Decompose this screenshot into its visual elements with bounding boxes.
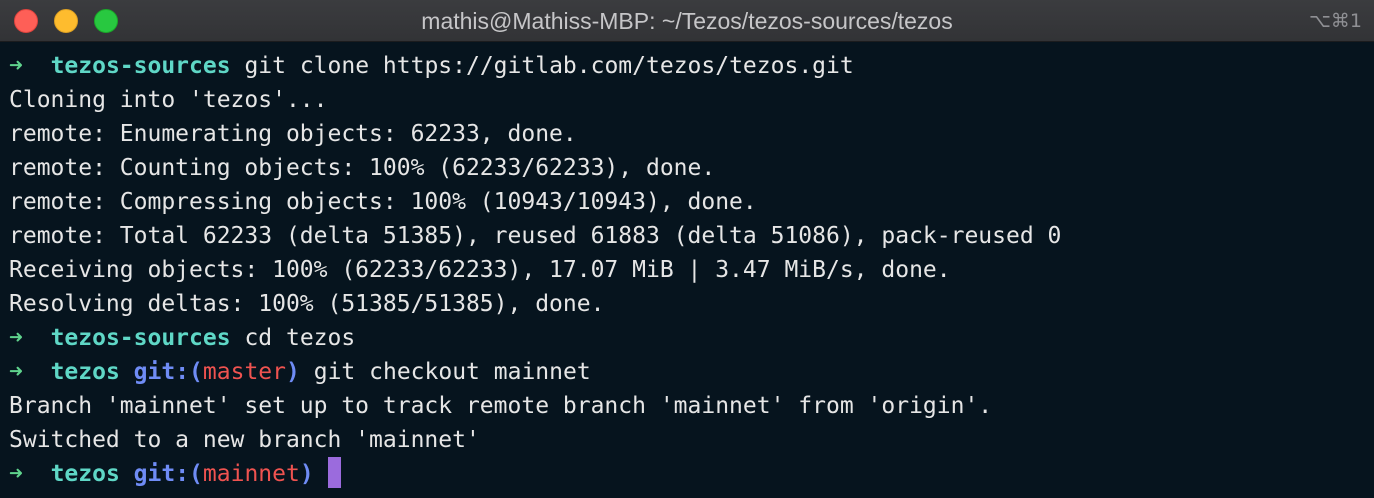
command-text: git checkout mainnet <box>313 359 591 385</box>
window-title: mathis@Mathiss-MBP: ~/Tezos/tezos-source… <box>421 8 953 34</box>
title-bar[interactable]: mathis@Mathiss-MBP: ~/Tezos/tezos-source… <box>0 0 1374 42</box>
output-line: remote: Total 62233 (delta 51385), reuse… <box>9 223 1062 249</box>
terminal-cursor[interactable] <box>327 457 341 488</box>
prompt-directory: tezos-sources <box>50 325 231 351</box>
window-shortcut: ⌥⌘1 <box>1309 10 1362 32</box>
prompt-directory: tezos <box>50 359 120 385</box>
git-branch: mainnet <box>202 461 300 487</box>
output-line: Receiving objects: 100% (62233/62233), 1… <box>9 257 951 283</box>
prompt-arrow-icon: ➜ <box>9 325 23 351</box>
git-prefix: git:( <box>133 461 203 487</box>
git-branch: master <box>202 359 287 385</box>
terminal-window: mathis@Mathiss-MBP: ~/Tezos/tezos-source… <box>0 0 1374 498</box>
command-text: git clone https://gitlab.com/tezos/tezos… <box>244 53 854 79</box>
output-line: remote: Compressing objects: 100% (10943… <box>9 189 757 215</box>
prompt-directory: tezos <box>50 461 120 487</box>
prompt-line: ➜ tezos git:(mainnet) <box>9 457 1369 491</box>
prompt-arrow-icon: ➜ <box>9 461 23 487</box>
output-line: Switched to a new branch 'mainnet' <box>9 427 480 453</box>
git-suffix: ) <box>299 461 314 487</box>
prompt-line: ➜ tezos-sources cd tezos <box>9 321 1369 355</box>
command-text: cd tezos <box>244 325 356 351</box>
output-line: Resolving deltas: 100% (51385/51385), do… <box>9 291 605 317</box>
output-line: Cloning into 'tezos'... <box>9 87 328 113</box>
output-line: remote: Enumerating objects: 62233, done… <box>9 121 577 147</box>
prompt-line: ➜ tezos-sources git clone https://gitlab… <box>9 49 1369 83</box>
output-line: remote: Counting objects: 100% (62233/62… <box>9 155 716 181</box>
terminal-output[interactable]: ➜ tezos-sources git clone https://gitlab… <box>9 49 1369 491</box>
output-line: Branch 'mainnet' set up to track remote … <box>9 393 993 419</box>
git-prefix: git:( <box>133 359 203 385</box>
prompt-arrow-icon: ➜ <box>9 53 23 79</box>
git-suffix: ) <box>286 359 300 385</box>
prompt-directory: tezos-sources <box>50 53 231 79</box>
prompt-arrow-icon: ➜ <box>9 359 23 385</box>
prompt-line: ➜ tezos git:(master) git checkout mainne… <box>9 355 1369 389</box>
